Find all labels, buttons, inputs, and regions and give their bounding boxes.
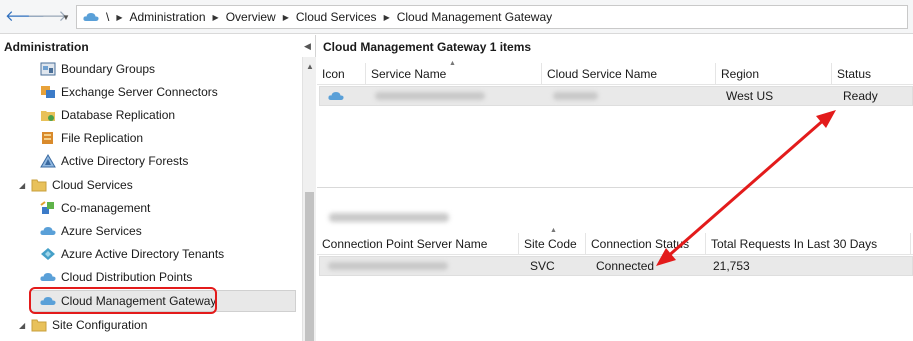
annotation-arrow-line (665, 116, 827, 260)
annotation-arrow (656, 110, 836, 266)
